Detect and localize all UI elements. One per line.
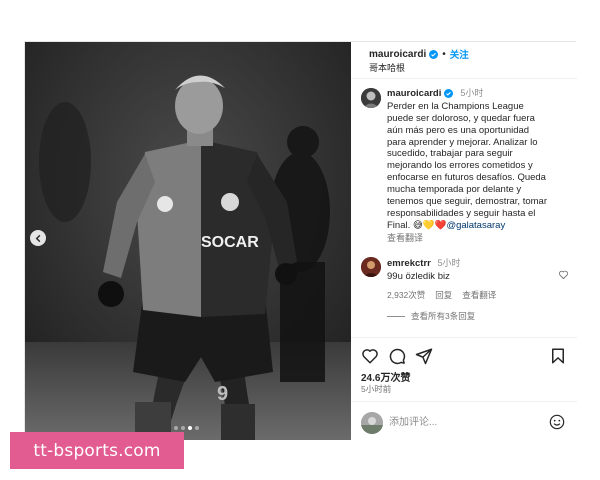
follow-button[interactable]: 关注 — [450, 47, 469, 61]
post-photo[interactable]: SOCAR 9 — [25, 42, 351, 440]
player-photo-illustration: SOCAR 9 — [25, 42, 351, 440]
mention-link[interactable]: @galatasaray — [446, 220, 505, 231]
header-user: mauroicardi • 关注 — [369, 47, 469, 62]
view-replies-label: 查看所有3条回复 — [411, 311, 476, 321]
comment-input[interactable] — [389, 412, 529, 432]
caption-body: mauroicardi 5小时 Perder en la Champions L… — [387, 88, 573, 244]
add-comment-bar — [351, 401, 577, 441]
avatar-image-icon — [361, 257, 381, 277]
watermark-banner: tt-bsports.com — [10, 432, 184, 469]
comment-reply-button[interactable]: 回复 — [435, 290, 452, 301]
slide-dot — [195, 426, 199, 430]
slide-indicator — [174, 426, 199, 430]
action-bar — [361, 347, 567, 365]
heart-icon[interactable] — [558, 269, 569, 280]
bookmark-save-icon[interactable] — [549, 347, 567, 365]
instagram-post: SOCAR 9 mauroicardi • 关注 哥本哈根 mauroicard… — [24, 41, 577, 440]
caption-text-body: Perder en la Champions League puede ser … — [387, 100, 547, 231]
verified-badge-icon — [429, 49, 439, 59]
avatar-image-icon — [361, 88, 381, 108]
avatar[interactable] — [361, 88, 381, 108]
share-send-icon[interactable] — [415, 347, 433, 365]
comment-time: 5小时 — [437, 258, 461, 268]
caption-time: 5小时 — [460, 88, 484, 99]
slide-dot — [181, 426, 185, 430]
comment-username[interactable]: emrekctrr — [387, 258, 431, 269]
post-side-panel: mauroicardi • 关注 哥本哈根 mauroicardi 5小时 Pe… — [351, 42, 577, 440]
slide-dot-active — [188, 426, 192, 430]
post-location[interactable]: 哥本哈根 — [369, 61, 405, 74]
comment-translate-link[interactable]: 查看翻译 — [462, 290, 496, 301]
post-header: mauroicardi • 关注 哥本哈根 — [351, 42, 577, 79]
like-count[interactable]: 24.6万次赞 — [361, 369, 410, 384]
previous-slide-button[interactable] — [30, 230, 46, 246]
comment-body: emrekctrr 5小时 99u özledik biz 2,932次赞 回复… — [387, 257, 557, 301]
avatar[interactable] — [361, 257, 381, 277]
jersey-sponsor-text: SOCAR — [201, 234, 259, 251]
like-heart-icon[interactable] — [361, 347, 379, 365]
user-avatar-icon — [361, 412, 383, 434]
separator-dot: • — [442, 48, 446, 60]
caption-text: Perder en la Champions League puede ser … — [387, 101, 573, 232]
emoji-smiley-icon[interactable] — [549, 414, 565, 430]
slide-dot — [174, 426, 178, 430]
header-username[interactable]: mauroicardi — [369, 49, 426, 60]
avatar — [361, 412, 383, 434]
caption-translate-link[interactable]: 查看翻译 — [387, 233, 573, 244]
comment-text: 99u özledik biz — [387, 270, 450, 282]
caption-emojis: 😅💛❤️ — [412, 219, 447, 231]
post-footer: 24.6万次赞 5小时前 — [351, 337, 577, 440]
comment-bubble-icon[interactable] — [388, 347, 406, 365]
caption-username[interactable]: mauroicardi — [387, 88, 441, 100]
verified-badge-icon — [444, 89, 454, 99]
svg-text:9: 9 — [217, 383, 228, 405]
view-replies-link[interactable]: 查看所有3条回复 — [387, 310, 475, 322]
comment-like-count[interactable]: 2,932次赞 — [387, 290, 425, 301]
chevron-left-icon — [35, 234, 40, 242]
post-timestamp: 5小时前 — [361, 384, 392, 394]
replies-divider — [387, 315, 405, 317]
